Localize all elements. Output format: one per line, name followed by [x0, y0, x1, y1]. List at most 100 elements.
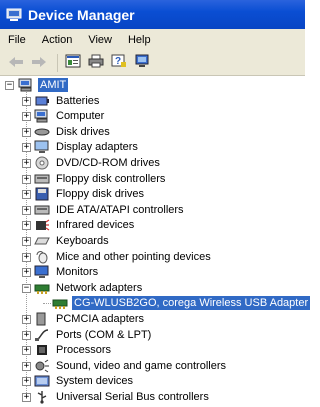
expand-icon[interactable]: + — [22, 237, 31, 246]
port-icon — [34, 328, 50, 342]
forward-icon — [31, 53, 47, 72]
tree-item-ide-ata-atapi-controllers[interactable]: IDE ATA/ATAPI controllers — [34, 202, 186, 218]
mouse-icon — [34, 250, 50, 264]
computer-icon — [34, 109, 50, 123]
expand-icon[interactable]: + — [22, 346, 31, 356]
tree-item-disk-drives[interactable]: Disk drives — [34, 124, 112, 140]
expand-icon[interactable]: + — [22, 268, 31, 278]
window-title: Device Manager — [28, 6, 135, 23]
tree-item-label: System devices — [56, 375, 134, 388]
tree-item-floppy-disk-drives[interactable]: Floppy disk drives — [34, 186, 146, 202]
device-manager-icon — [6, 8, 22, 22]
tree-item-label: Processors — [56, 344, 112, 357]
tree-item-ports-com-lpt[interactable]: Ports (COM & LPT) — [34, 327, 153, 343]
expand-icon[interactable]: + — [22, 205, 31, 215]
tree-item-label: Ports (COM & LPT) — [56, 328, 152, 341]
tree-item-network-adapter-device[interactable]: CG-WLUSB2GO, corega Wireless USB Adapter — [52, 295, 311, 311]
tree-item-label: Floppy disk drives — [56, 188, 145, 201]
expand-icon[interactable]: + — [22, 190, 31, 200]
back-icon — [8, 53, 24, 72]
tree-item-mice-and-other-pointing-devices[interactable]: Mice and other pointing devices — [34, 249, 213, 265]
print-button[interactable] — [86, 54, 106, 72]
usb-icon — [34, 390, 50, 404]
network-icon — [34, 281, 50, 295]
expand-icon[interactable]: + — [22, 96, 31, 106]
expand-icon[interactable]: + — [22, 112, 31, 122]
expand-icon[interactable]: + — [22, 159, 31, 168]
scan-button[interactable] — [132, 54, 152, 72]
cdrom-icon — [34, 156, 50, 170]
tree-item-batteries[interactable]: Batteries — [34, 93, 101, 109]
tree-item-dvd-cd-rom-drives[interactable]: DVD/CD-ROM drives — [34, 155, 162, 171]
expand-icon[interactable]: + — [22, 221, 31, 231]
tree-item-label: Monitors — [56, 266, 99, 279]
tree-item-label: DVD/CD-ROM drives — [56, 157, 160, 169]
tree-item-keyboards[interactable]: Keyboards — [34, 233, 111, 249]
monitor-icon — [34, 265, 50, 279]
tree-item-label: Display adapters — [56, 141, 138, 154]
collapse-icon[interactable]: − — [5, 81, 14, 90]
menu-action[interactable]: Action — [34, 34, 81, 46]
tree-item-processors[interactable]: Processors — [34, 342, 113, 358]
tree-item-label: IDE ATA/ATAPI controllers — [56, 203, 184, 216]
properties-icon — [65, 53, 81, 72]
expand-icon[interactable]: + — [22, 361, 31, 371]
tree-item-sound-video-and-game-controllers[interactable]: Sound, video and game controllers — [34, 358, 228, 374]
tree-guide-line — [43, 303, 51, 305]
toolbar: ? — [0, 50, 305, 76]
tree-item-pcmcia-adapters[interactable]: PCMCIA adapters — [34, 311, 146, 327]
back-button[interactable] — [6, 54, 26, 72]
tree-item-label: Disk drives — [56, 125, 110, 138]
display-icon — [34, 140, 50, 154]
device-tree[interactable]: − AMIT + Batteries + Computer + Disk drives + Dis… — [0, 77, 311, 404]
expand-icon[interactable]: + — [22, 143, 31, 153]
tree-item-label: Keyboards — [56, 235, 109, 247]
title-bar: Device Manager — [0, 0, 305, 29]
toolbar-separator — [57, 53, 58, 72]
network-icon — [52, 296, 68, 310]
expand-icon[interactable]: + — [22, 252, 31, 262]
menu-file[interactable]: File — [0, 34, 34, 46]
expand-icon[interactable]: + — [22, 174, 31, 184]
controller-icon — [34, 172, 50, 186]
help-button[interactable]: ? — [109, 54, 129, 72]
infrared-icon — [34, 218, 50, 232]
tree-item-label: PCMCIA adapters — [56, 313, 145, 325]
tree-item-system-devices[interactable]: System devices — [34, 373, 135, 389]
tree-item-label: Network adapters — [56, 281, 143, 294]
expand-icon[interactable]: + — [22, 393, 31, 402]
tree-item-universal-serial-bus-controllers[interactable]: Universal Serial Bus controllers — [34, 389, 211, 405]
tree-item-display-adapters[interactable]: Display adapters — [34, 139, 140, 155]
print-icon — [88, 53, 104, 72]
keyboard-icon — [34, 234, 50, 248]
properties-button[interactable] — [63, 54, 83, 72]
tree-item-monitors[interactable]: Monitors — [34, 264, 100, 280]
tree-item-network-adapters[interactable]: Network adapters — [34, 280, 144, 296]
expand-icon[interactable]: + — [22, 127, 31, 137]
tree-root-label: AMIT — [38, 78, 69, 92]
disk-drive-icon — [34, 125, 50, 139]
help-icon: ? — [111, 53, 127, 72]
menu-help[interactable]: Help — [120, 34, 159, 46]
forward-button[interactable] — [29, 54, 49, 72]
menu-view[interactable]: View — [80, 34, 120, 46]
tree-item-label: Floppy disk controllers — [56, 172, 166, 185]
pcmcia-icon — [34, 312, 50, 326]
tree-item-infrared-devices[interactable]: Infrared devices — [34, 217, 136, 233]
expand-icon[interactable]: + — [22, 315, 31, 324]
tree-item-computer[interactable]: Computer — [34, 108, 106, 124]
expand-icon[interactable]: + — [22, 377, 31, 387]
controller-icon — [34, 203, 50, 217]
collapse-icon[interactable]: − — [22, 283, 31, 293]
tree-item-label: Mice and other pointing devices — [56, 250, 211, 263]
expand-icon[interactable]: + — [22, 330, 31, 340]
system-icon — [34, 374, 50, 388]
tree-item-floppy-disk-controllers[interactable]: Floppy disk controllers — [34, 171, 167, 187]
tree-item-label: Batteries — [56, 94, 100, 107]
battery-icon — [34, 94, 50, 108]
menu-bar: File Action View Help — [0, 29, 305, 50]
floppy-icon — [34, 187, 50, 201]
tree-item-label: CG-WLUSB2GO, corega Wireless USB Adapter — [72, 296, 311, 311]
tree-item-label: Infrared devices — [56, 219, 135, 232]
tree-item-label: Computer — [56, 110, 105, 123]
